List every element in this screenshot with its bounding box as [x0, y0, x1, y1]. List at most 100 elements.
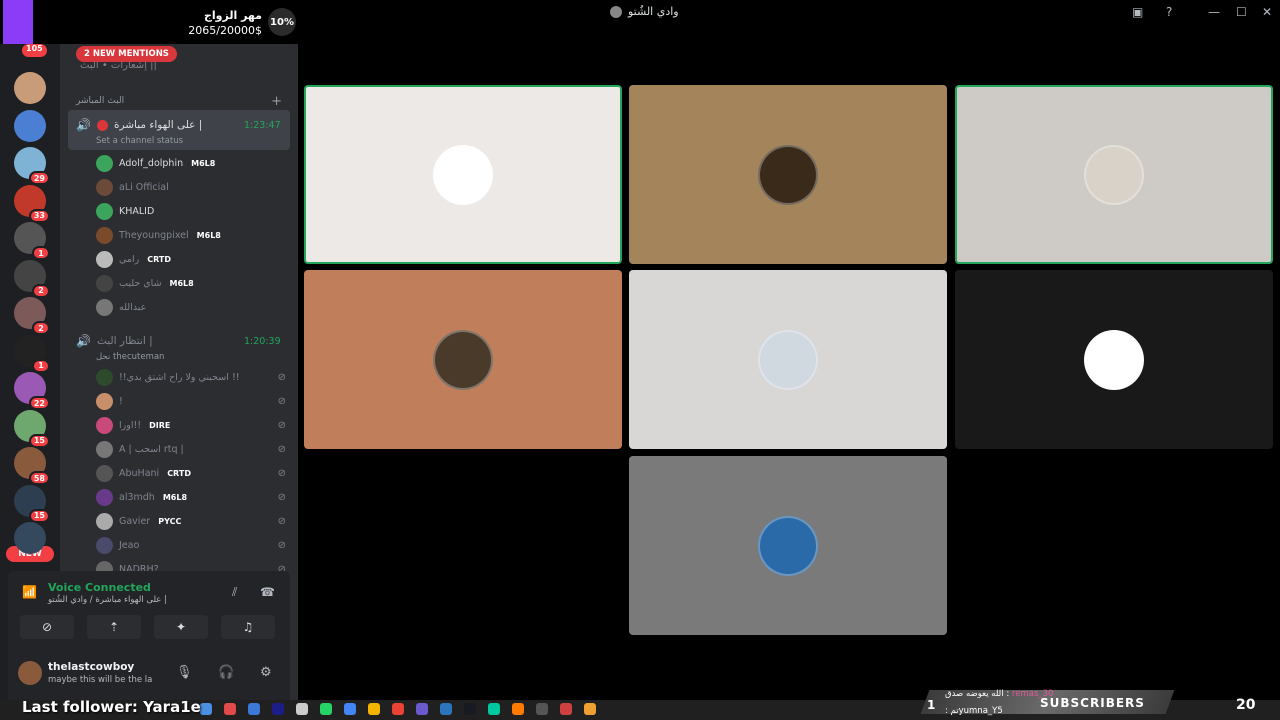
mic-icon[interactable]: 🎙	[176, 665, 193, 680]
voice-member[interactable]: Theyoungpixel M6L8	[96, 226, 286, 244]
stream-goal-overlay: مهر الزواج 2065/20000$ 10%	[0, 0, 300, 44]
waiting-channel-status: نحل thecuteman	[96, 352, 165, 362]
avatar[interactable]	[18, 661, 42, 685]
taskbar-app-icon[interactable]	[392, 703, 404, 715]
avatar	[96, 298, 113, 316]
signal-icon[interactable]: 📶	[22, 585, 37, 599]
server-icon[interactable]: 58	[14, 447, 50, 485]
waiting-channel-timer: 1:20:39	[244, 336, 281, 347]
taskbar-app-icon[interactable]	[248, 703, 260, 715]
voice-member[interactable]: عبدالله	[96, 298, 286, 316]
taskbar-app-icon[interactable]	[440, 703, 452, 715]
server-icon[interactable]	[14, 109, 46, 142]
headphones-icon[interactable]: 🎧	[218, 665, 234, 680]
taskbar-app-icon[interactable]	[488, 703, 500, 715]
voice-channel-waiting-row[interactable]: 🔊 انتظار البث |	[76, 334, 153, 348]
server-icon[interactable]	[14, 522, 46, 554]
minimize-button[interactable]: —	[1208, 5, 1220, 19]
participant-avatar	[758, 515, 818, 576]
server-icon[interactable]: 2	[14, 297, 50, 335]
server-icon[interactable]	[14, 72, 46, 104]
taskbar-app-icon[interactable]	[224, 703, 236, 715]
voice-member[interactable]: ! ⊘	[96, 392, 286, 410]
server-icon[interactable]: 33	[14, 184, 50, 223]
gear-icon[interactable]: ⚙	[260, 665, 272, 680]
participant-avatar	[758, 144, 818, 205]
server-unread-badge: 15	[28, 433, 50, 448]
server-icon[interactable]: 1	[14, 222, 50, 260]
video-tile[interactable]	[629, 85, 947, 264]
server-icon[interactable]: 15	[14, 409, 50, 448]
voice-member[interactable]: A | اسحب rtq | ⊘	[96, 440, 286, 458]
activities-button[interactable]: ✦	[154, 615, 208, 639]
video-tile[interactable]	[304, 85, 622, 264]
subscribers-label: SUBSCRIBERS	[1040, 696, 1145, 710]
avatar	[96, 464, 113, 482]
taskbar-app-icon[interactable]	[512, 703, 524, 715]
video-tile[interactable]	[304, 270, 622, 449]
server-icon[interactable]: 15	[14, 484, 50, 523]
voice-member[interactable]: Adolf_dolphin M6L8	[96, 154, 286, 172]
voice-member[interactable]: AbuHani CRTD ⊘	[96, 464, 286, 482]
deafened-icon: ⊘	[277, 371, 286, 383]
username[interactable]: thelastcowboy	[48, 661, 134, 673]
server-unread-badge: 33	[28, 208, 50, 223]
avatar	[96, 274, 113, 292]
taskbar-app-icon[interactable]	[464, 703, 476, 715]
voice-member[interactable]: al3mdh M6L8 ⊘	[96, 488, 286, 506]
maximize-button[interactable]: ☐	[1236, 5, 1247, 19]
add-channel-icon[interactable]: +	[271, 94, 282, 109]
server-icon[interactable]: 22	[14, 372, 50, 410]
taskbar-app-icon[interactable]	[272, 703, 284, 715]
category-live[interactable]: البث المباشر	[76, 96, 124, 106]
participant-avatar	[1084, 329, 1144, 390]
voice-member[interactable]: اورا!! DIRE ⊘	[96, 416, 286, 434]
server-unread-badge: 58	[28, 471, 50, 485]
member-name: !!اسحبني ولا راح اشتق بدي !!	[119, 371, 240, 383]
close-button[interactable]: ✕	[1262, 5, 1272, 19]
server-icon[interactable]: 1	[14, 334, 50, 373]
video-tile[interactable]	[955, 85, 1273, 264]
deafened-icon: ⊘	[277, 395, 286, 407]
camera-toggle-button[interactable]: ⊘	[20, 615, 74, 639]
channel-status[interactable]: Set a channel status	[96, 136, 183, 146]
soundboard-button[interactable]: ♫	[221, 615, 275, 639]
server-unread-badge: 29	[28, 171, 50, 185]
avatar	[96, 440, 113, 458]
taskbar-app-icon[interactable]	[344, 703, 356, 715]
taskbar-app-icon[interactable]	[320, 703, 332, 715]
taskbar-app-icon[interactable]	[368, 703, 380, 715]
avatar	[96, 226, 113, 244]
taskbar-clock: 20	[1236, 697, 1256, 713]
voice-member[interactable]: !!اسحبني ولا راح اشتق بدي !! ⊘	[96, 368, 286, 386]
member-tag: PYCC	[158, 516, 182, 526]
server-icon[interactable]: 2	[14, 259, 50, 298]
screen-share-button[interactable]: ⇡	[87, 615, 141, 639]
video-tile[interactable]	[629, 270, 947, 449]
taskbar-app-icon[interactable]	[536, 703, 548, 715]
disconnect-icon[interactable]: ☎	[260, 585, 275, 599]
voice-member[interactable]: Jeao ⊘	[96, 536, 286, 554]
voice-connected-channel[interactable]: على الهواء مباشرة / وادي الشُتو |	[48, 595, 167, 605]
window-title: وادي الشُتو	[610, 5, 679, 18]
voice-member[interactable]: شاي حليب M6L8	[96, 274, 286, 292]
taskbar-app-icon[interactable]	[584, 703, 596, 715]
live-channel-timer: 1:23:47	[244, 120, 281, 131]
member-tag: CRTD	[167, 468, 191, 478]
server-icon[interactable]: 29	[14, 147, 50, 185]
taskbar-app-icon[interactable]	[560, 703, 572, 715]
voice-member[interactable]: رامي CRTD	[96, 250, 286, 268]
new-mentions-pill[interactable]: 2 NEW MENTIONS	[76, 46, 177, 62]
taskbar-app-icon[interactable]	[296, 703, 308, 715]
voice-member[interactable]: KHALID	[96, 202, 286, 220]
voice-member[interactable]: Gavier PYCC ⊘	[96, 512, 286, 530]
taskbar-app-icon[interactable]	[200, 703, 212, 715]
video-tile[interactable]	[629, 456, 947, 635]
inbox-icon[interactable]: ▣	[1132, 5, 1143, 19]
noise-suppression-icon[interactable]: ⫽	[232, 585, 237, 600]
voice-member[interactable]: aLi Official	[96, 178, 286, 196]
help-icon[interactable]: ?	[1166, 5, 1172, 19]
taskbar-app-icon[interactable]	[416, 703, 428, 715]
voice-channel-live-row[interactable]: 🔊 على الهواء مباشرة |	[76, 118, 202, 132]
video-tile[interactable]	[955, 270, 1273, 449]
